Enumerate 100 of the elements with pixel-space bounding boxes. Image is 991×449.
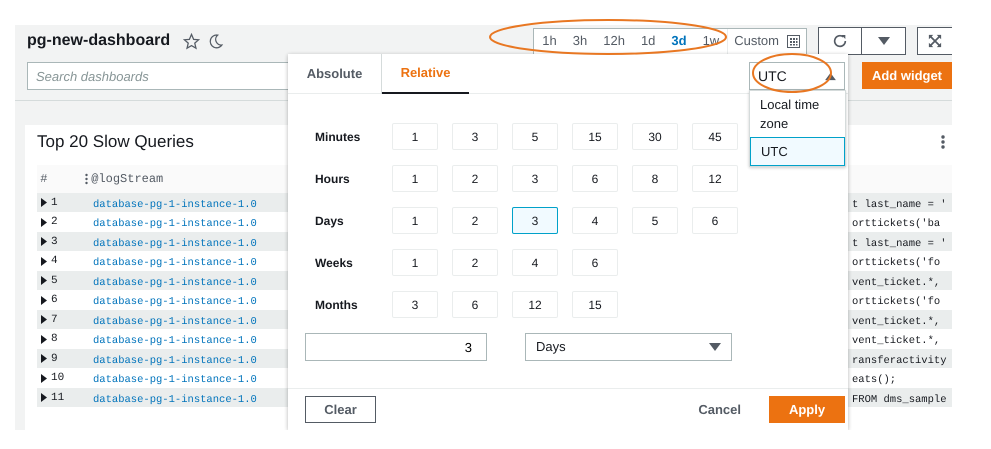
- drag-handle-icon[interactable]: [85, 172, 88, 184]
- duration-option[interactable]: 1: [392, 165, 438, 192]
- log-stream-link[interactable]: database-pg-1-instance-1.0: [85, 296, 257, 308]
- expand-row-icon[interactable]: [41, 218, 47, 227]
- duration-option[interactable]: 1: [392, 207, 438, 234]
- unit-label: Weeks: [315, 254, 354, 272]
- unit-label: Hours: [315, 170, 351, 188]
- log-stream-link[interactable]: database-pg-1-instance-1.0: [85, 198, 257, 210]
- log-stream-link[interactable]: database-pg-1-instance-1.0: [85, 374, 257, 386]
- log-stream-link[interactable]: database-pg-1-instance-1.0: [85, 354, 257, 366]
- duration-option[interactable]: 2: [452, 165, 498, 192]
- expand-row-icon[interactable]: [41, 237, 47, 246]
- row-number: 1: [51, 196, 58, 211]
- duration-input[interactable]: 3: [305, 333, 487, 361]
- fullscreen-button[interactable]: [917, 27, 952, 55]
- time-range-option[interactable]: 3h: [564, 28, 596, 54]
- duration-option[interactable]: 15: [572, 291, 618, 318]
- column-header: #: [39, 170, 48, 188]
- query-text: t last_name = ': [852, 198, 947, 210]
- expand-row-icon[interactable]: [41, 296, 47, 305]
- star-icon[interactable]: [183, 32, 200, 50]
- expand-row-icon[interactable]: [41, 256, 47, 266]
- widget-title: Top 20 Slow Queries: [37, 131, 194, 153]
- expand-row-icon[interactable]: [41, 393, 47, 402]
- row-number: 5: [51, 274, 58, 289]
- log-stream-link[interactable]: database-pg-1-instance-1.0: [85, 257, 257, 269]
- dashboard-title: pg-new-dashboard: [27, 31, 170, 51]
- query-text: FROM dms_sample: [852, 394, 947, 406]
- query-text: vent_ticket.*,: [852, 335, 940, 347]
- log-stream-link[interactable]: database-pg-1-instance-1.0: [85, 394, 257, 406]
- duration-option[interactable]: 6: [452, 291, 498, 318]
- duration-option[interactable]: 6: [572, 165, 618, 192]
- row-number: 3: [51, 234, 58, 250]
- time-range-option[interactable]: 12h: [595, 28, 633, 54]
- duration-option[interactable]: 5: [632, 207, 678, 234]
- row-number: 11: [51, 390, 64, 406]
- unit-select[interactable]: Days: [525, 333, 732, 361]
- duration-option[interactable]: 12: [512, 291, 558, 318]
- time-range-option[interactable]: 1d: [632, 28, 664, 54]
- duration-option[interactable]: 45: [692, 123, 738, 150]
- moon-icon[interactable]: [206, 32, 224, 50]
- duration-option[interactable]: 12: [692, 165, 738, 192]
- log-stream-link[interactable]: database-pg-1-instance-1.0: [85, 316, 257, 328]
- log-stream-link[interactable]: database-pg-1-instance-1.0: [85, 238, 257, 250]
- refresh-icon: [832, 33, 848, 49]
- duration-option[interactable]: 3: [452, 123, 498, 150]
- refresh-button[interactable]: [818, 27, 862, 55]
- query-text: orttickets('fo: [852, 296, 940, 308]
- duration-option[interactable]: 3: [512, 165, 558, 192]
- picker-tab[interactable]: Absolute: [288, 54, 382, 94]
- duration-option[interactable]: 6: [692, 207, 738, 234]
- expand-row-icon[interactable]: [41, 334, 47, 344]
- timezone-select[interactable]: UTC: [749, 62, 845, 90]
- expand-row-icon[interactable]: [41, 374, 47, 383]
- expand-row-icon[interactable]: [41, 354, 47, 364]
- more-options-icon[interactable]: [941, 134, 945, 149]
- cancel-button[interactable]: Cancel: [692, 398, 747, 420]
- unit-label: Minutes: [315, 128, 362, 146]
- query-text: eats();: [852, 374, 896, 386]
- timezone-option[interactable]: UTC: [750, 137, 845, 166]
- duration-option[interactable]: 4: [572, 207, 618, 234]
- dropdown-button[interactable]: [862, 27, 906, 55]
- query-text: vent_ticket.*,: [852, 276, 940, 288]
- duration-option[interactable]: 8: [632, 165, 678, 192]
- row-number: 7: [51, 312, 58, 328]
- duration-option[interactable]: 15: [572, 123, 618, 150]
- duration-option[interactable]: 2: [452, 249, 498, 276]
- caret-icon: [709, 342, 721, 352]
- caret-up-icon: [825, 72, 836, 80]
- expand-row-icon[interactable]: [41, 198, 47, 208]
- expand-icon: [928, 34, 942, 48]
- row-number: 4: [51, 254, 58, 270]
- query-text: t last_name = ': [852, 238, 947, 250]
- duration-option[interactable]: 30: [632, 123, 678, 150]
- row-number: 8: [51, 332, 58, 348]
- duration-option[interactable]: 4: [512, 249, 558, 276]
- unit-label: Days: [315, 212, 345, 230]
- log-stream-link[interactable]: database-pg-1-instance-1.0: [85, 335, 257, 347]
- duration-option[interactable]: 2: [452, 207, 498, 234]
- query-text: vent_ticket.*,: [852, 316, 940, 328]
- duration-option[interactable]: 1: [392, 249, 438, 276]
- expand-row-icon[interactable]: [41, 276, 47, 286]
- duration-option[interactable]: 6: [572, 249, 618, 276]
- time-range-option[interactable]: 1h: [534, 28, 565, 54]
- column-header: @logStream: [91, 170, 164, 188]
- expand-row-icon[interactable]: [41, 315, 47, 324]
- duration-option[interactable]: 3: [392, 291, 438, 318]
- timezone-option[interactable]: Local time zone: [750, 91, 845, 137]
- clear-button[interactable]: Clear: [305, 396, 376, 423]
- log-stream-link[interactable]: database-pg-1-instance-1.0: [85, 218, 257, 230]
- duration-option[interactable]: 1: [392, 123, 438, 150]
- row-number: 9: [51, 352, 58, 367]
- log-stream-link[interactable]: database-pg-1-instance-1.0: [85, 276, 257, 288]
- time-range-option[interactable]: 3d: [663, 28, 695, 54]
- row-number: 6: [51, 293, 58, 308]
- caret-icon: [878, 36, 890, 46]
- duration-option[interactable]: 3: [512, 207, 558, 234]
- query-text: orttickets('fo: [852, 257, 940, 269]
- duration-option[interactable]: 5: [512, 123, 558, 150]
- query-text: ransferactivity: [852, 354, 947, 366]
